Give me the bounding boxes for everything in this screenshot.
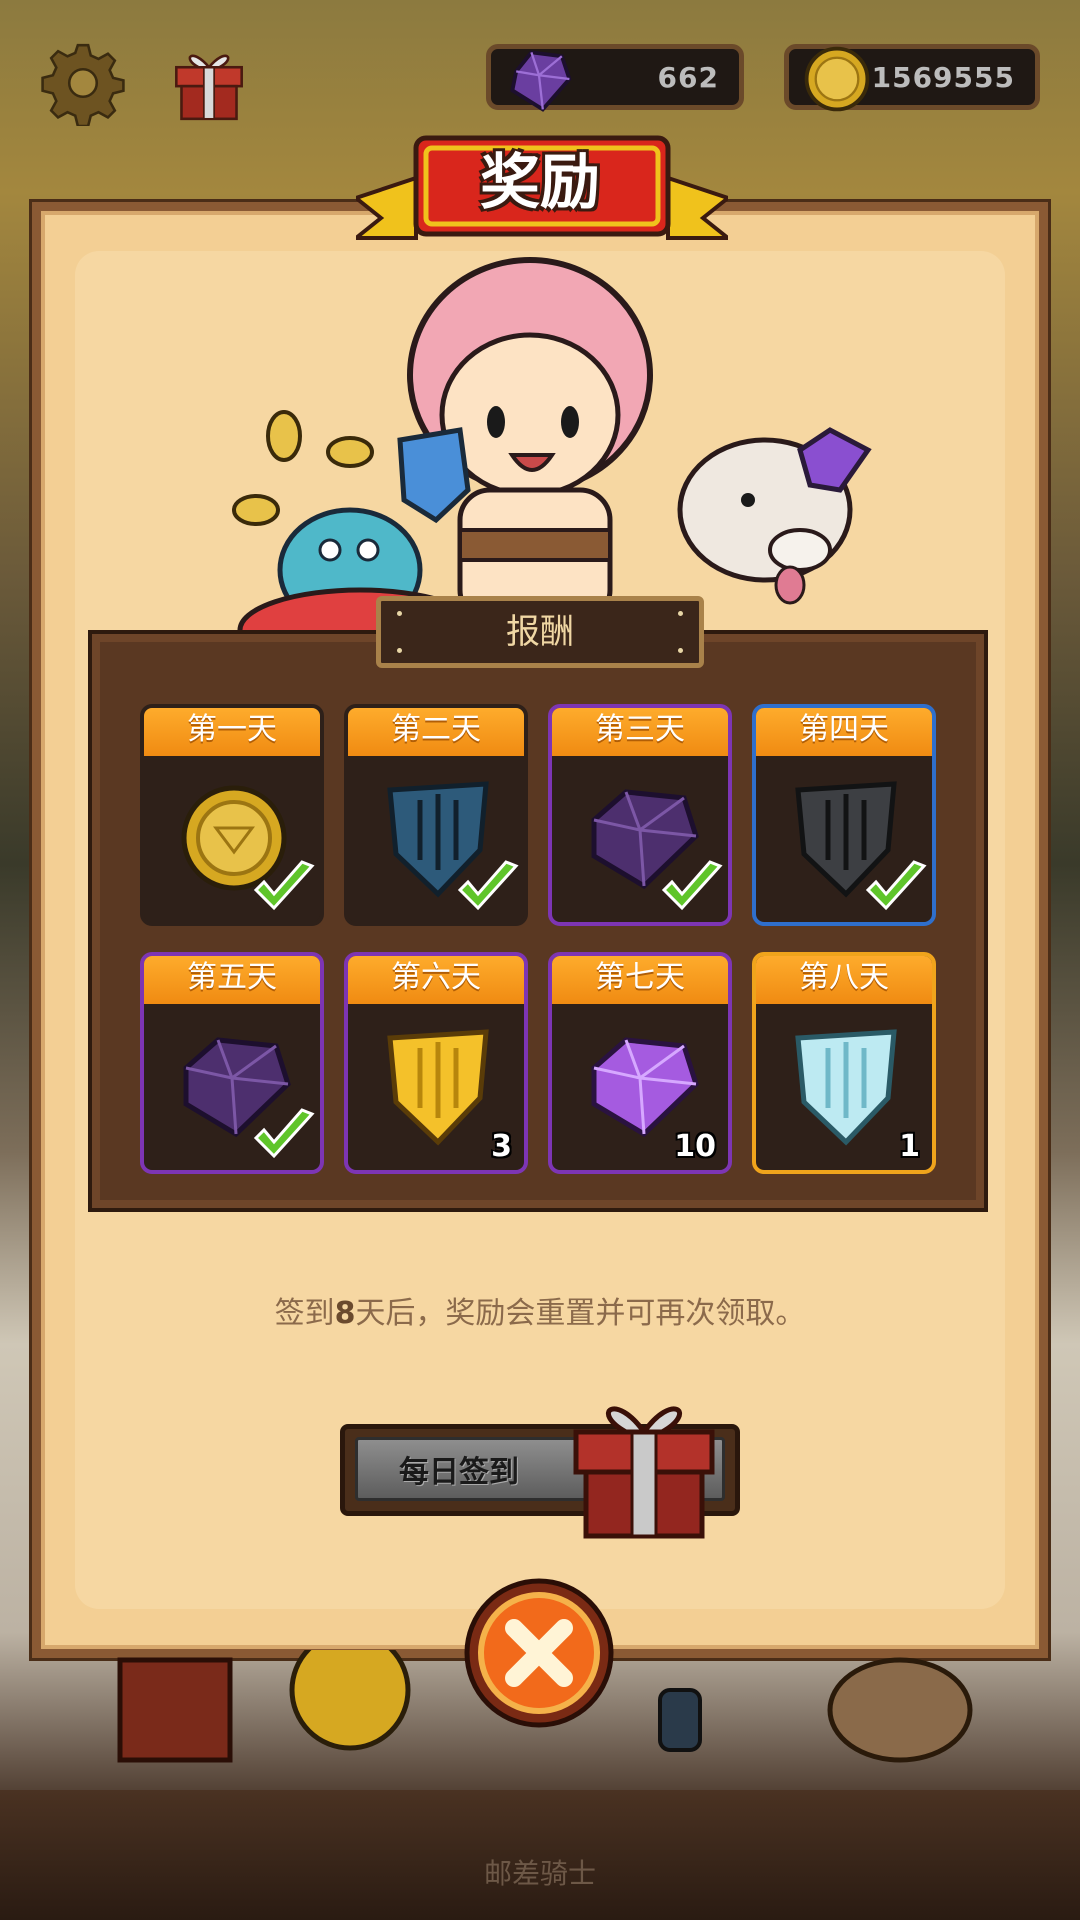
hero-illustration — [232, 257, 872, 630]
item-quantity: 3 — [491, 1129, 512, 1164]
note-days: 8 — [334, 1296, 356, 1331]
gold-shield-icon — [387, 1029, 489, 1146]
gift-icon[interactable] — [166, 38, 252, 124]
note-suffix: 天后，奖励会重置并可再次领取。 — [355, 1296, 806, 1331]
day-label: 第四天 — [756, 708, 932, 756]
decor-dot — [397, 648, 402, 653]
decor-dot — [678, 648, 683, 653]
gift-box-icon[interactable] — [566, 1382, 722, 1542]
check-icon — [457, 860, 519, 911]
check-icon — [253, 860, 315, 911]
day-label: 第三天 — [552, 708, 728, 756]
day-card-5[interactable]: 第五天 — [140, 952, 324, 1174]
day-card-3[interactable]: 第三天 — [548, 704, 732, 926]
reset-note: 签到8天后，奖励会重置并可再次领取。 — [120, 1288, 960, 1332]
gem-count: 662 — [657, 61, 719, 94]
day-label: 第一天 — [144, 708, 320, 756]
ice-shield-icon — [795, 1029, 897, 1146]
coin-count: 1569555 — [871, 61, 1015, 94]
day-label: 第五天 — [144, 956, 320, 1004]
day-label: 第七天 — [552, 956, 728, 1004]
day-card-8[interactable]: 第八天 1 — [752, 952, 936, 1174]
day-label: 第二天 — [348, 708, 524, 756]
check-icon — [661, 860, 723, 911]
item-quantity: 10 — [674, 1129, 716, 1164]
background-items — [117, 1650, 973, 1763]
board-title: 报酬 — [376, 596, 704, 668]
coin-counter: 1569555 — [784, 44, 1040, 112]
day-card-2[interactable]: 第二天 — [344, 704, 528, 926]
board-title-label: 报酬 — [506, 612, 574, 652]
day-card-1[interactable]: 第一天 — [140, 704, 324, 926]
daily-sign-in-label: 每日签到 — [399, 1455, 519, 1490]
check-icon — [253, 1108, 315, 1159]
day-label: 第六天 — [348, 956, 524, 1004]
day-card-6[interactable]: 第六天 3 — [344, 952, 528, 1174]
decor-dot — [397, 611, 402, 616]
gold-coin-icon — [804, 46, 870, 112]
note-prefix: 签到 — [274, 1296, 335, 1331]
decor-dot — [678, 611, 683, 616]
app-name-watermark: 邮差骑士 — [483, 1857, 596, 1890]
item-quantity: 1 — [899, 1129, 920, 1164]
gem-counter: 662 — [486, 44, 744, 112]
day-card-7[interactable]: 第七天 10 — [548, 952, 732, 1174]
purple-gem-icon — [510, 50, 572, 112]
day-card-4[interactable]: 第四天 — [752, 704, 936, 926]
day-label: 第八天 — [756, 956, 932, 1004]
gear-icon[interactable] — [40, 40, 126, 126]
check-icon — [865, 860, 927, 911]
